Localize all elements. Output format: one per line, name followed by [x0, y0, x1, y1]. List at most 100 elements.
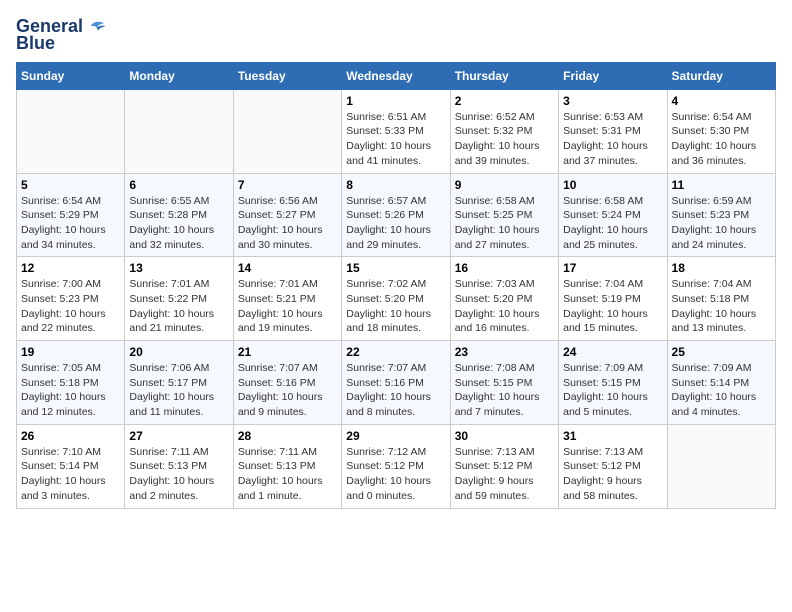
- day-info: Sunrise: 7:13 AM Sunset: 5:12 PM Dayligh…: [455, 445, 554, 504]
- day-info: Sunrise: 6:59 AM Sunset: 5:23 PM Dayligh…: [672, 194, 771, 253]
- day-info: Sunrise: 6:54 AM Sunset: 5:29 PM Dayligh…: [21, 194, 120, 253]
- day-number: 22: [346, 345, 445, 359]
- calendar-table: SundayMondayTuesdayWednesdayThursdayFrid…: [16, 62, 776, 509]
- day-info: Sunrise: 7:04 AM Sunset: 5:18 PM Dayligh…: [672, 277, 771, 336]
- week-row-3: 12 Sunrise: 7:00 AM Sunset: 5:23 PM Dayli…: [17, 257, 776, 341]
- calendar-cell: 17 Sunrise: 7:04 AM Sunset: 5:19 PM Dayli…: [559, 257, 667, 341]
- day-number: 5: [21, 178, 120, 192]
- header-day-tuesday: Tuesday: [233, 62, 341, 89]
- calendar-cell: [17, 89, 125, 173]
- day-number: 30: [455, 429, 554, 443]
- day-number: 2: [455, 94, 554, 108]
- header-row: SundayMondayTuesdayWednesdayThursdayFrid…: [17, 62, 776, 89]
- calendar-cell: 19Sunrise: 7:05 AM Sunset: 5:18 PM Dayli…: [17, 341, 125, 425]
- day-number: 24: [563, 345, 662, 359]
- header-day-friday: Friday: [559, 62, 667, 89]
- day-number: 7: [238, 178, 337, 192]
- day-info: Sunrise: 7:04 AM Sunset: 5:19 PM Dayligh…: [563, 277, 662, 336]
- day-info: Sunrise: 6:58 AM Sunset: 5:24 PM Dayligh…: [563, 194, 662, 253]
- day-info: Sunrise: 7:10 AM Sunset: 5:14 PM Dayligh…: [21, 445, 120, 504]
- day-info: Sunrise: 7:02 AM Sunset: 5:20 PM Dayligh…: [346, 277, 445, 336]
- header: General Blue: [16, 16, 776, 54]
- day-number: 21: [238, 345, 337, 359]
- day-number: 17: [563, 261, 662, 275]
- calendar-cell: 10 Sunrise: 6:58 AM Sunset: 5:24 PM Dayli…: [559, 173, 667, 257]
- day-info: Sunrise: 7:13 AM Sunset: 5:12 PM Dayligh…: [563, 445, 662, 504]
- day-number: 25: [672, 345, 771, 359]
- calendar-cell: 12 Sunrise: 7:00 AM Sunset: 5:23 PM Dayli…: [17, 257, 125, 341]
- day-info: Sunrise: 6:55 AM Sunset: 5:28 PM Dayligh…: [129, 194, 228, 253]
- day-info: Sunrise: 7:11 AM Sunset: 5:13 PM Dayligh…: [238, 445, 337, 504]
- week-row-2: 5 Sunrise: 6:54 AM Sunset: 5:29 PM Daylig…: [17, 173, 776, 257]
- calendar-cell: 13 Sunrise: 7:01 AM Sunset: 5:22 PM Dayli…: [125, 257, 233, 341]
- header-day-sunday: Sunday: [17, 62, 125, 89]
- day-info: Sunrise: 7:11 AM Sunset: 5:13 PM Dayligh…: [129, 445, 228, 504]
- header-day-saturday: Saturday: [667, 62, 775, 89]
- day-info: Sunrise: 7:06 AM Sunset: 5:17 PM Dayligh…: [129, 361, 228, 420]
- day-info: Sunrise: 7:01 AM Sunset: 5:21 PM Dayligh…: [238, 277, 337, 336]
- logo: General Blue: [16, 16, 107, 54]
- calendar-cell: 15 Sunrise: 7:02 AM Sunset: 5:20 PM Dayli…: [342, 257, 450, 341]
- day-number: 8: [346, 178, 445, 192]
- calendar-cell: 16Sunrise: 7:03 AM Sunset: 5:20 PM Dayli…: [450, 257, 558, 341]
- logo-subtext: Blue: [16, 34, 55, 54]
- day-number: 23: [455, 345, 554, 359]
- day-info: Sunrise: 6:54 AM Sunset: 5:30 PM Dayligh…: [672, 110, 771, 169]
- calendar-cell: 30 Sunrise: 7:13 AM Sunset: 5:12 PM Dayli…: [450, 424, 558, 508]
- calendar-cell: 6 Sunrise: 6:55 AM Sunset: 5:28 PM Daylig…: [125, 173, 233, 257]
- day-info: Sunrise: 7:03 AM Sunset: 5:20 PM Dayligh…: [455, 277, 554, 336]
- day-info: Sunrise: 7:07 AM Sunset: 5:16 PM Dayligh…: [238, 361, 337, 420]
- day-number: 14: [238, 261, 337, 275]
- calendar-cell: 5 Sunrise: 6:54 AM Sunset: 5:29 PM Daylig…: [17, 173, 125, 257]
- day-number: 29: [346, 429, 445, 443]
- day-info: Sunrise: 7:09 AM Sunset: 5:14 PM Dayligh…: [672, 361, 771, 420]
- calendar-cell: 14 Sunrise: 7:01 AM Sunset: 5:21 PM Dayli…: [233, 257, 341, 341]
- day-number: 12: [21, 261, 120, 275]
- day-info: Sunrise: 7:00 AM Sunset: 5:23 PM Dayligh…: [21, 277, 120, 336]
- day-number: 13: [129, 261, 228, 275]
- day-info: Sunrise: 7:01 AM Sunset: 5:22 PM Dayligh…: [129, 277, 228, 336]
- calendar-cell: 20 Sunrise: 7:06 AM Sunset: 5:17 PM Dayli…: [125, 341, 233, 425]
- day-number: 26: [21, 429, 120, 443]
- day-info: Sunrise: 7:05 AM Sunset: 5:18 PM Dayligh…: [21, 361, 120, 420]
- calendar-cell: 9Sunrise: 6:58 AM Sunset: 5:25 PM Daylig…: [450, 173, 558, 257]
- day-number: 10: [563, 178, 662, 192]
- calendar-cell: [233, 89, 341, 173]
- day-number: 20: [129, 345, 228, 359]
- calendar-cell: 4 Sunrise: 6:54 AM Sunset: 5:30 PM Daylig…: [667, 89, 775, 173]
- day-number: 18: [672, 261, 771, 275]
- day-info: Sunrise: 6:56 AM Sunset: 5:27 PM Dayligh…: [238, 194, 337, 253]
- calendar-cell: 27Sunrise: 7:11 AM Sunset: 5:13 PM Dayli…: [125, 424, 233, 508]
- calendar-cell: 3Sunrise: 6:53 AM Sunset: 5:31 PM Daylig…: [559, 89, 667, 173]
- calendar-cell: 21 Sunrise: 7:07 AM Sunset: 5:16 PM Dayli…: [233, 341, 341, 425]
- calendar-cell: 18 Sunrise: 7:04 AM Sunset: 5:18 PM Dayli…: [667, 257, 775, 341]
- bird-icon: [85, 16, 107, 38]
- calendar-cell: 31Sunrise: 7:13 AM Sunset: 5:12 PM Dayli…: [559, 424, 667, 508]
- calendar-cell: 8 Sunrise: 6:57 AM Sunset: 5:26 PM Daylig…: [342, 173, 450, 257]
- calendar-cell: 2 Sunrise: 6:52 AM Sunset: 5:32 PM Daylig…: [450, 89, 558, 173]
- day-info: Sunrise: 6:53 AM Sunset: 5:31 PM Dayligh…: [563, 110, 662, 169]
- header-day-thursday: Thursday: [450, 62, 558, 89]
- day-number: 11: [672, 178, 771, 192]
- calendar-cell: [667, 424, 775, 508]
- calendar-cell: 11 Sunrise: 6:59 AM Sunset: 5:23 PM Dayli…: [667, 173, 775, 257]
- day-number: 28: [238, 429, 337, 443]
- day-info: Sunrise: 6:57 AM Sunset: 5:26 PM Dayligh…: [346, 194, 445, 253]
- day-info: Sunrise: 6:51 AM Sunset: 5:33 PM Dayligh…: [346, 110, 445, 169]
- calendar-cell: 23 Sunrise: 7:08 AM Sunset: 5:15 PM Dayli…: [450, 341, 558, 425]
- day-number: 1: [346, 94, 445, 108]
- day-info: Sunrise: 7:08 AM Sunset: 5:15 PM Dayligh…: [455, 361, 554, 420]
- day-info: Sunrise: 7:09 AM Sunset: 5:15 PM Dayligh…: [563, 361, 662, 420]
- calendar-cell: 24 Sunrise: 7:09 AM Sunset: 5:15 PM Dayli…: [559, 341, 667, 425]
- day-number: 4: [672, 94, 771, 108]
- week-row-5: 26 Sunrise: 7:10 AM Sunset: 5:14 PM Dayli…: [17, 424, 776, 508]
- calendar-cell: 7 Sunrise: 6:56 AM Sunset: 5:27 PM Daylig…: [233, 173, 341, 257]
- day-number: 15: [346, 261, 445, 275]
- calendar-cell: 22Sunrise: 7:07 AM Sunset: 5:16 PM Dayli…: [342, 341, 450, 425]
- header-day-monday: Monday: [125, 62, 233, 89]
- day-info: Sunrise: 6:52 AM Sunset: 5:32 PM Dayligh…: [455, 110, 554, 169]
- week-row-1: 1 Sunrise: 6:51 AM Sunset: 5:33 PM Daylig…: [17, 89, 776, 173]
- day-number: 9: [455, 178, 554, 192]
- day-number: 6: [129, 178, 228, 192]
- calendar-cell: 28 Sunrise: 7:11 AM Sunset: 5:13 PM Dayli…: [233, 424, 341, 508]
